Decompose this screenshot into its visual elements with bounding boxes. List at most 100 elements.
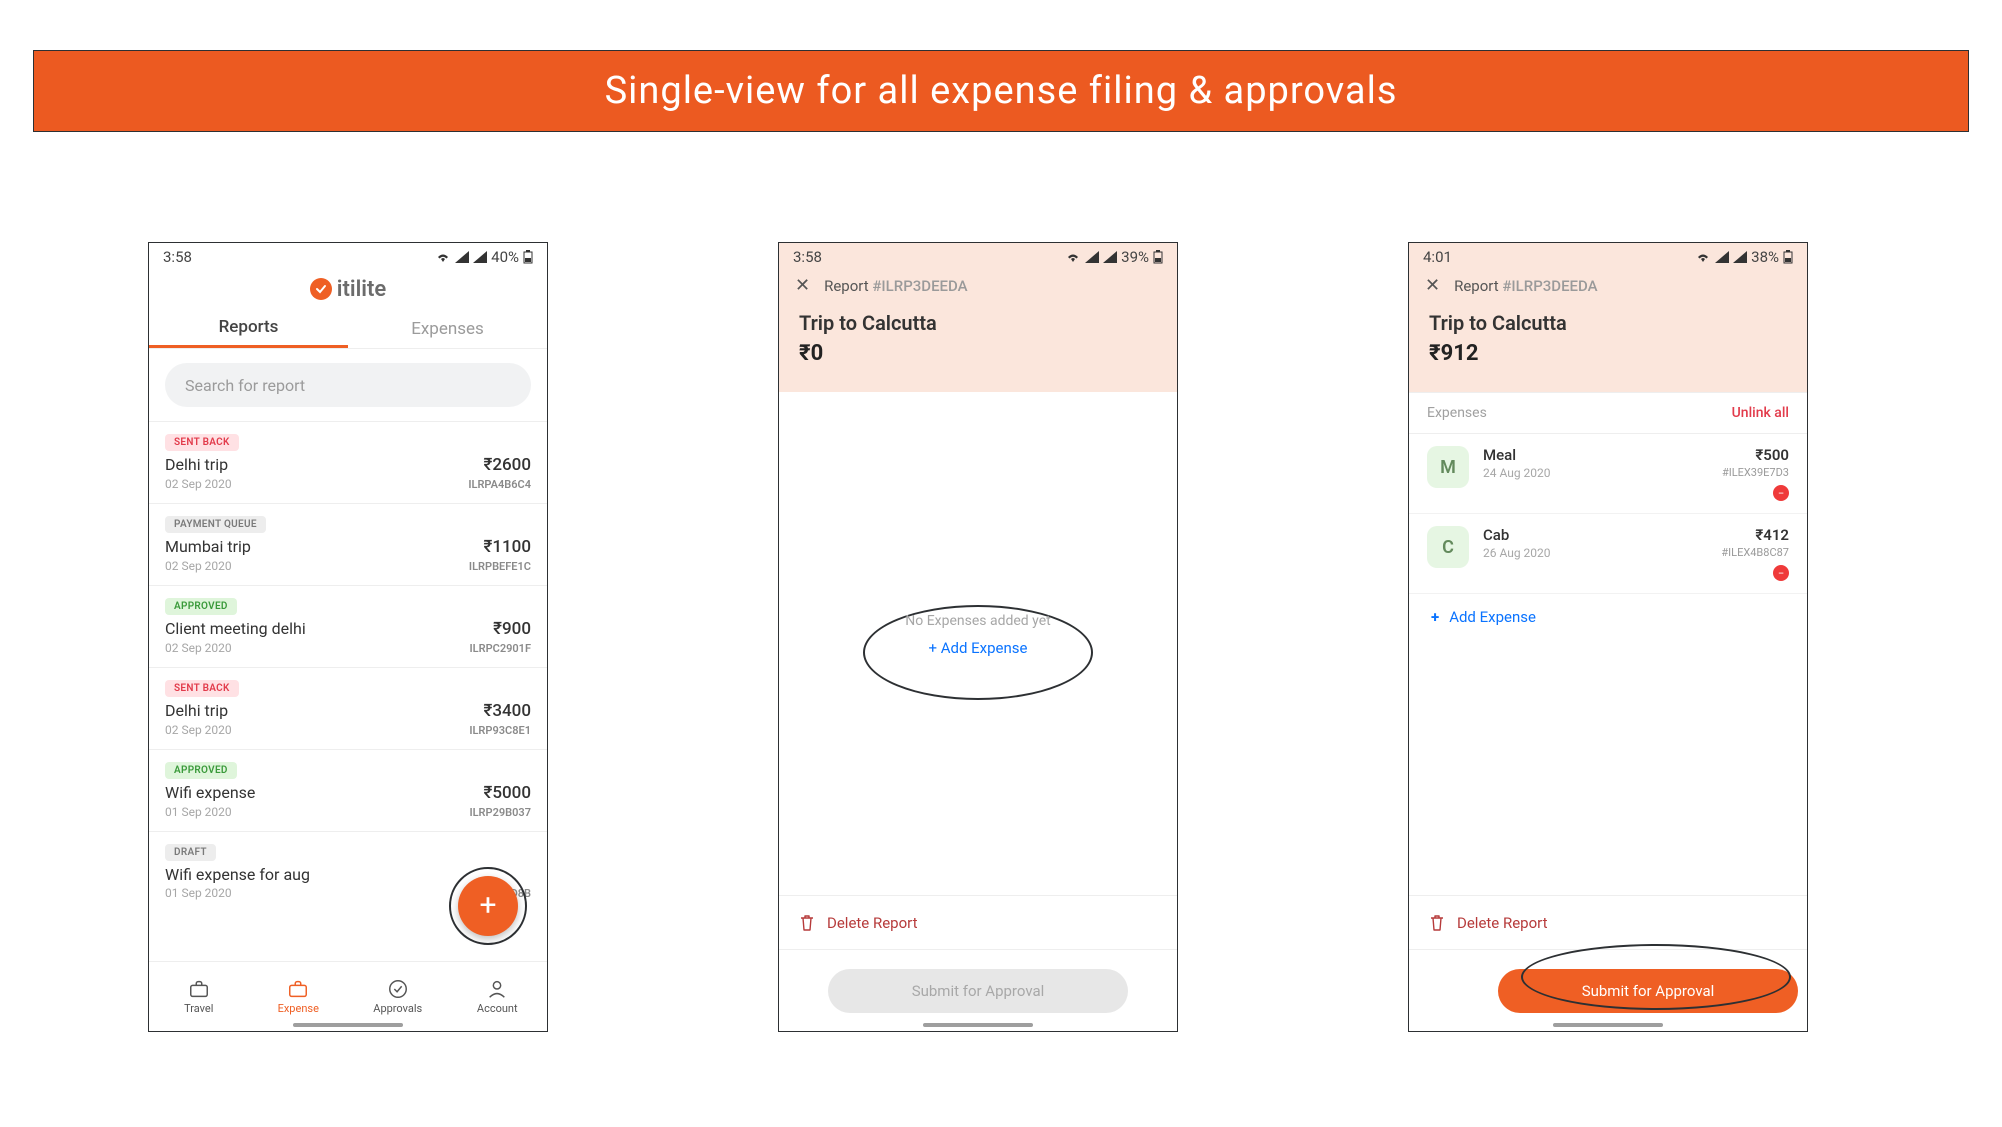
report-title: Delhi trip bbox=[165, 701, 228, 720]
status-icons: 40% bbox=[435, 248, 533, 266]
report-label: Report #ILRP3DEEDA bbox=[824, 277, 968, 295]
report-card[interactable]: APPROVEDClient meeting delhi₹90002 Sep 2… bbox=[149, 585, 547, 667]
report-amount: ₹900 bbox=[493, 619, 531, 639]
search-input[interactable]: Search for report bbox=[165, 363, 531, 407]
delete-report-button[interactable]: Delete Report bbox=[1409, 896, 1807, 950]
delete-report-button[interactable]: Delete Report bbox=[779, 896, 1177, 950]
signal-icon-2 bbox=[1733, 251, 1747, 263]
bottom-nav: Travel Expense Approvals Account bbox=[149, 961, 547, 1031]
status-icons: 38% bbox=[1695, 248, 1793, 266]
report-label: Report #ILRP3DEEDA bbox=[1454, 277, 1598, 295]
signal-icon bbox=[455, 251, 469, 263]
remove-expense-icon[interactable]: − bbox=[1773, 485, 1789, 501]
new-report-fab[interactable]: + bbox=[458, 876, 518, 936]
close-button[interactable]: ✕ bbox=[795, 277, 810, 295]
search-placeholder: Search for report bbox=[185, 376, 305, 395]
close-button[interactable]: ✕ bbox=[1425, 277, 1440, 295]
reports-list[interactable]: SENT BACKDelhi trip₹260002 Sep 2020ILRPA… bbox=[149, 421, 547, 912]
wifi-icon bbox=[1695, 251, 1711, 263]
report-amount: ₹3400 bbox=[483, 701, 531, 721]
report-card[interactable]: SENT BACKDelhi trip₹260002 Sep 2020ILRPA… bbox=[149, 421, 547, 503]
report-card[interactable]: PAYMENT QUEUEMumbai trip₹110002 Sep 2020… bbox=[149, 503, 547, 585]
status-bar: 4:01 38% bbox=[1409, 243, 1807, 269]
section-label: Expenses bbox=[1427, 405, 1487, 421]
expense-row[interactable]: CCab26 Aug 2020₹412#ILEX4B8C87− bbox=[1409, 514, 1807, 594]
report-card[interactable]: APPROVEDWifi expense₹500001 Sep 2020ILRP… bbox=[149, 749, 547, 831]
expenses-section-header: Expenses Unlink all bbox=[1409, 392, 1807, 434]
expense-date: 24 Aug 2020 bbox=[1483, 466, 1551, 480]
trash-icon bbox=[1429, 914, 1445, 932]
report-header: 3:58 39% ✕ Report #ILRP3DEEDA Trip to Ca… bbox=[779, 243, 1177, 392]
report-footer: Delete Report Submit for Approval bbox=[779, 895, 1177, 1031]
status-bar: 3:58 39% bbox=[779, 243, 1177, 269]
expense-name: Meal bbox=[1483, 446, 1551, 464]
report-amount: ₹1100 bbox=[483, 537, 531, 557]
unlink-all-link[interactable]: Unlink all bbox=[1732, 405, 1789, 421]
battery-text: 38% bbox=[1751, 248, 1779, 266]
report-date: 01 Sep 2020 bbox=[165, 886, 232, 900]
trash-icon bbox=[799, 914, 815, 932]
remove-expense-icon[interactable]: − bbox=[1773, 565, 1789, 581]
home-indicator bbox=[923, 1023, 1033, 1027]
status-badge: DRAFT bbox=[165, 844, 216, 861]
app-logo: itilite bbox=[149, 269, 547, 309]
status-badge: SENT BACK bbox=[165, 434, 239, 451]
nav-expense[interactable]: Expense bbox=[249, 962, 349, 1031]
battery-icon bbox=[1783, 250, 1793, 264]
wifi-icon bbox=[1065, 251, 1081, 263]
report-title: Wifi expense bbox=[165, 783, 255, 802]
status-time: 4:01 bbox=[1423, 248, 1452, 266]
expense-avatar: M bbox=[1427, 446, 1469, 488]
report-id: ILRPBEFE1C bbox=[469, 560, 531, 573]
plus-icon: + bbox=[1431, 608, 1439, 626]
top-tabs: Reports Expenses bbox=[149, 309, 547, 349]
report-footer: Delete Report Submit for Approval bbox=[1409, 895, 1807, 1031]
expense-id: #ILEX39E7D3 bbox=[1722, 466, 1789, 479]
battery-icon bbox=[523, 250, 533, 264]
report-title: Trip to Calcutta bbox=[779, 305, 1177, 341]
report-id: #ILRP3DEEDA bbox=[1502, 277, 1597, 295]
report-id: ILRPA4B6C4 bbox=[468, 478, 531, 491]
report-amount: ₹5000 bbox=[483, 783, 531, 803]
nav-travel[interactable]: Travel bbox=[149, 962, 249, 1031]
phone-reports-list: 3:58 40% itilite Reports Expenses Search… bbox=[148, 242, 548, 1032]
nav-approvals[interactable]: Approvals bbox=[348, 962, 448, 1031]
add-expense-link[interactable]: + Add Expense bbox=[929, 639, 1028, 657]
status-badge: SENT BACK bbox=[165, 680, 239, 697]
expense-id: #ILEX4B8C87 bbox=[1721, 546, 1789, 559]
status-badge: APPROVED bbox=[165, 762, 237, 779]
add-expense-link[interactable]: + Add Expense bbox=[1409, 594, 1807, 640]
report-date: 02 Sep 2020 bbox=[165, 723, 232, 737]
expense-amount: ₹412 bbox=[1721, 526, 1789, 544]
empty-state: No Expenses added yet + Add Expense bbox=[779, 613, 1177, 657]
nav-account[interactable]: Account bbox=[448, 962, 548, 1031]
phone-report-empty: 3:58 39% ✕ Report #ILRP3DEEDA Trip to Ca… bbox=[778, 242, 1178, 1032]
signal-icon bbox=[1085, 251, 1099, 263]
battery-icon bbox=[1153, 250, 1163, 264]
status-badge: APPROVED bbox=[165, 598, 237, 615]
report-card[interactable]: SENT BACKDelhi trip₹340002 Sep 2020ILRP9… bbox=[149, 667, 547, 749]
expense-row[interactable]: M Meal 24 Aug 2020 ₹500 #ILEX39E7D3 − bbox=[1409, 434, 1807, 514]
tab-reports[interactable]: Reports bbox=[149, 309, 348, 348]
expense-name: Cab bbox=[1483, 526, 1551, 544]
status-time: 3:58 bbox=[163, 248, 192, 266]
report-title: Trip to Calcutta bbox=[1409, 305, 1807, 341]
check-circle-icon bbox=[387, 978, 409, 1000]
signal-icon-2 bbox=[473, 251, 487, 263]
report-id: #ILRP3DEEDA bbox=[872, 277, 967, 295]
report-header: 4:01 38% ✕ Report #ILRP3DEEDA Trip to Ca… bbox=[1409, 243, 1807, 392]
report-id: ILRPC2901F bbox=[469, 642, 531, 655]
battery-text: 40% bbox=[491, 248, 519, 266]
report-date: 02 Sep 2020 bbox=[165, 477, 232, 491]
report-date: 01 Sep 2020 bbox=[165, 805, 232, 819]
empty-text: No Expenses added yet bbox=[905, 613, 1050, 629]
tab-expenses[interactable]: Expenses bbox=[348, 309, 547, 348]
signal-icon bbox=[1715, 251, 1729, 263]
wallet-icon bbox=[287, 978, 309, 1000]
submit-button-disabled: Submit for Approval bbox=[828, 969, 1128, 1013]
report-title: Client meeting delhi bbox=[165, 619, 306, 638]
battery-text: 39% bbox=[1121, 248, 1149, 266]
expense-amount: ₹500 bbox=[1722, 446, 1789, 464]
wifi-icon bbox=[435, 251, 451, 263]
person-icon bbox=[486, 978, 508, 1000]
